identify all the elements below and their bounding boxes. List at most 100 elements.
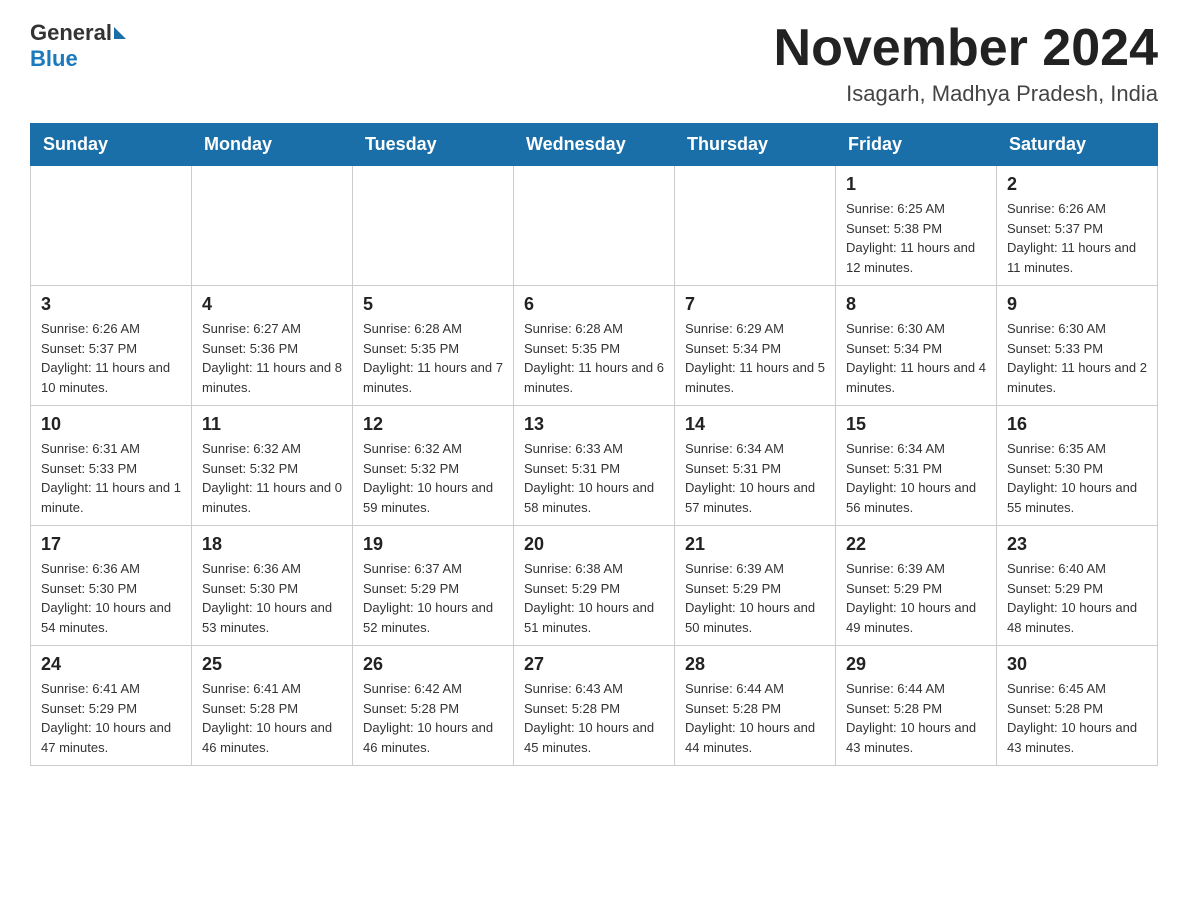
day-info: Sunrise: 6:28 AMSunset: 5:35 PMDaylight:… <box>363 319 503 397</box>
col-header-saturday: Saturday <box>997 124 1158 166</box>
col-header-sunday: Sunday <box>31 124 192 166</box>
calendar-cell: 13 Sunrise: 6:33 AMSunset: 5:31 PMDayligh… <box>514 406 675 526</box>
day-number: 25 <box>202 654 342 675</box>
day-number: 14 <box>685 414 825 435</box>
day-info: Sunrise: 6:41 AMSunset: 5:28 PMDaylight:… <box>202 679 342 757</box>
calendar-week-row: 10 Sunrise: 6:31 AMSunset: 5:33 PMDayligh… <box>31 406 1158 526</box>
calendar-cell: 17 Sunrise: 6:36 AMSunset: 5:30 PMDayligh… <box>31 526 192 646</box>
calendar-cell: 7 Sunrise: 6:29 AMSunset: 5:34 PMDaylight… <box>675 286 836 406</box>
day-number: 6 <box>524 294 664 315</box>
calendar-cell: 5 Sunrise: 6:28 AMSunset: 5:35 PMDaylight… <box>353 286 514 406</box>
day-number: 29 <box>846 654 986 675</box>
col-header-tuesday: Tuesday <box>353 124 514 166</box>
day-number: 4 <box>202 294 342 315</box>
logo-triangle-icon <box>114 27 126 39</box>
calendar-cell: 29 Sunrise: 6:44 AMSunset: 5:28 PMDayligh… <box>836 646 997 766</box>
calendar-cell <box>192 166 353 286</box>
day-info: Sunrise: 6:42 AMSunset: 5:28 PMDaylight:… <box>363 679 503 757</box>
logo-general-text: General <box>30 20 112 46</box>
day-info: Sunrise: 6:28 AMSunset: 5:35 PMDaylight:… <box>524 319 664 397</box>
day-info: Sunrise: 6:35 AMSunset: 5:30 PMDaylight:… <box>1007 439 1147 517</box>
col-header-wednesday: Wednesday <box>514 124 675 166</box>
day-info: Sunrise: 6:38 AMSunset: 5:29 PMDaylight:… <box>524 559 664 637</box>
calendar-cell: 15 Sunrise: 6:34 AMSunset: 5:31 PMDayligh… <box>836 406 997 526</box>
day-info: Sunrise: 6:25 AMSunset: 5:38 PMDaylight:… <box>846 199 986 277</box>
day-number: 27 <box>524 654 664 675</box>
day-number: 18 <box>202 534 342 555</box>
day-number: 16 <box>1007 414 1147 435</box>
day-info: Sunrise: 6:36 AMSunset: 5:30 PMDaylight:… <box>202 559 342 637</box>
day-info: Sunrise: 6:29 AMSunset: 5:34 PMDaylight:… <box>685 319 825 397</box>
day-number: 8 <box>846 294 986 315</box>
day-number: 1 <box>846 174 986 195</box>
calendar-cell: 14 Sunrise: 6:34 AMSunset: 5:31 PMDayligh… <box>675 406 836 526</box>
calendar-week-row: 17 Sunrise: 6:36 AMSunset: 5:30 PMDayligh… <box>31 526 1158 646</box>
day-number: 28 <box>685 654 825 675</box>
day-info: Sunrise: 6:32 AMSunset: 5:32 PMDaylight:… <box>202 439 342 517</box>
calendar-cell: 16 Sunrise: 6:35 AMSunset: 5:30 PMDayligh… <box>997 406 1158 526</box>
day-number: 2 <box>1007 174 1147 195</box>
day-number: 7 <box>685 294 825 315</box>
calendar-cell: 23 Sunrise: 6:40 AMSunset: 5:29 PMDayligh… <box>997 526 1158 646</box>
col-header-thursday: Thursday <box>675 124 836 166</box>
logo: General Blue <box>30 20 126 72</box>
calendar-cell: 27 Sunrise: 6:43 AMSunset: 5:28 PMDayligh… <box>514 646 675 766</box>
day-info: Sunrise: 6:27 AMSunset: 5:36 PMDaylight:… <box>202 319 342 397</box>
day-number: 22 <box>846 534 986 555</box>
calendar-cell: 6 Sunrise: 6:28 AMSunset: 5:35 PMDaylight… <box>514 286 675 406</box>
calendar-table: SundayMondayTuesdayWednesdayThursdayFrid… <box>30 123 1158 766</box>
calendar-cell: 26 Sunrise: 6:42 AMSunset: 5:28 PMDayligh… <box>353 646 514 766</box>
day-info: Sunrise: 6:44 AMSunset: 5:28 PMDaylight:… <box>685 679 825 757</box>
day-info: Sunrise: 6:39 AMSunset: 5:29 PMDaylight:… <box>685 559 825 637</box>
calendar-cell: 22 Sunrise: 6:39 AMSunset: 5:29 PMDayligh… <box>836 526 997 646</box>
calendar-cell: 30Sunrise: 6:45 AMSunset: 5:28 PMDayligh… <box>997 646 1158 766</box>
calendar-cell: 9Sunrise: 6:30 AMSunset: 5:33 PMDaylight… <box>997 286 1158 406</box>
day-number: 30 <box>1007 654 1147 675</box>
month-year-title: November 2024 <box>774 20 1158 77</box>
day-number: 20 <box>524 534 664 555</box>
day-info: Sunrise: 6:33 AMSunset: 5:31 PMDaylight:… <box>524 439 664 517</box>
calendar-cell: 25 Sunrise: 6:41 AMSunset: 5:28 PMDayligh… <box>192 646 353 766</box>
calendar-cell: 2 Sunrise: 6:26 AMSunset: 5:37 PMDaylight… <box>997 166 1158 286</box>
calendar-cell: 24 Sunrise: 6:41 AMSunset: 5:29 PMDayligh… <box>31 646 192 766</box>
calendar-cell: 19 Sunrise: 6:37 AMSunset: 5:29 PMDayligh… <box>353 526 514 646</box>
day-number: 17 <box>41 534 181 555</box>
day-info: Sunrise: 6:41 AMSunset: 5:29 PMDaylight:… <box>41 679 181 757</box>
calendar-week-row: 1 Sunrise: 6:25 AMSunset: 5:38 PMDaylight… <box>31 166 1158 286</box>
day-info: Sunrise: 6:44 AMSunset: 5:28 PMDaylight:… <box>846 679 986 757</box>
day-number: 11 <box>202 414 342 435</box>
day-info: Sunrise: 6:30 AMSunset: 5:33 PMDaylight:… <box>1007 319 1147 397</box>
calendar-cell: 12Sunrise: 6:32 AMSunset: 5:32 PMDayligh… <box>353 406 514 526</box>
calendar-cell: 21 Sunrise: 6:39 AMSunset: 5:29 PMDayligh… <box>675 526 836 646</box>
day-number: 5 <box>363 294 503 315</box>
day-info: Sunrise: 6:39 AMSunset: 5:29 PMDaylight:… <box>846 559 986 637</box>
day-number: 24 <box>41 654 181 675</box>
day-info: Sunrise: 6:34 AMSunset: 5:31 PMDaylight:… <box>846 439 986 517</box>
day-info: Sunrise: 6:26 AMSunset: 5:37 PMDaylight:… <box>1007 199 1147 277</box>
calendar-cell <box>514 166 675 286</box>
day-number: 10 <box>41 414 181 435</box>
location-subtitle: Isagarh, Madhya Pradesh, India <box>774 81 1158 107</box>
calendar-cell: 1 Sunrise: 6:25 AMSunset: 5:38 PMDaylight… <box>836 166 997 286</box>
day-info: Sunrise: 6:43 AMSunset: 5:28 PMDaylight:… <box>524 679 664 757</box>
calendar-cell: 18 Sunrise: 6:36 AMSunset: 5:30 PMDayligh… <box>192 526 353 646</box>
day-info: Sunrise: 6:34 AMSunset: 5:31 PMDaylight:… <box>685 439 825 517</box>
day-info: Sunrise: 6:32 AMSunset: 5:32 PMDaylight:… <box>363 439 503 517</box>
day-number: 15 <box>846 414 986 435</box>
day-info: Sunrise: 6:40 AMSunset: 5:29 PMDaylight:… <box>1007 559 1147 637</box>
day-info: Sunrise: 6:37 AMSunset: 5:29 PMDaylight:… <box>363 559 503 637</box>
day-info: Sunrise: 6:31 AMSunset: 5:33 PMDaylight:… <box>41 439 181 517</box>
day-number: 19 <box>363 534 503 555</box>
day-info: Sunrise: 6:36 AMSunset: 5:30 PMDaylight:… <box>41 559 181 637</box>
day-number: 13 <box>524 414 664 435</box>
page-header: General Blue November 2024 Isagarh, Madh… <box>30 20 1158 107</box>
calendar-cell <box>675 166 836 286</box>
logo-blue-text: Blue <box>30 46 78 71</box>
day-number: 23 <box>1007 534 1147 555</box>
calendar-cell: 10 Sunrise: 6:31 AMSunset: 5:33 PMDayligh… <box>31 406 192 526</box>
day-info: Sunrise: 6:30 AMSunset: 5:34 PMDaylight:… <box>846 319 986 397</box>
calendar-cell: 20 Sunrise: 6:38 AMSunset: 5:29 PMDayligh… <box>514 526 675 646</box>
day-number: 21 <box>685 534 825 555</box>
calendar-header-row: SundayMondayTuesdayWednesdayThursdayFrid… <box>31 124 1158 166</box>
day-number: 26 <box>363 654 503 675</box>
